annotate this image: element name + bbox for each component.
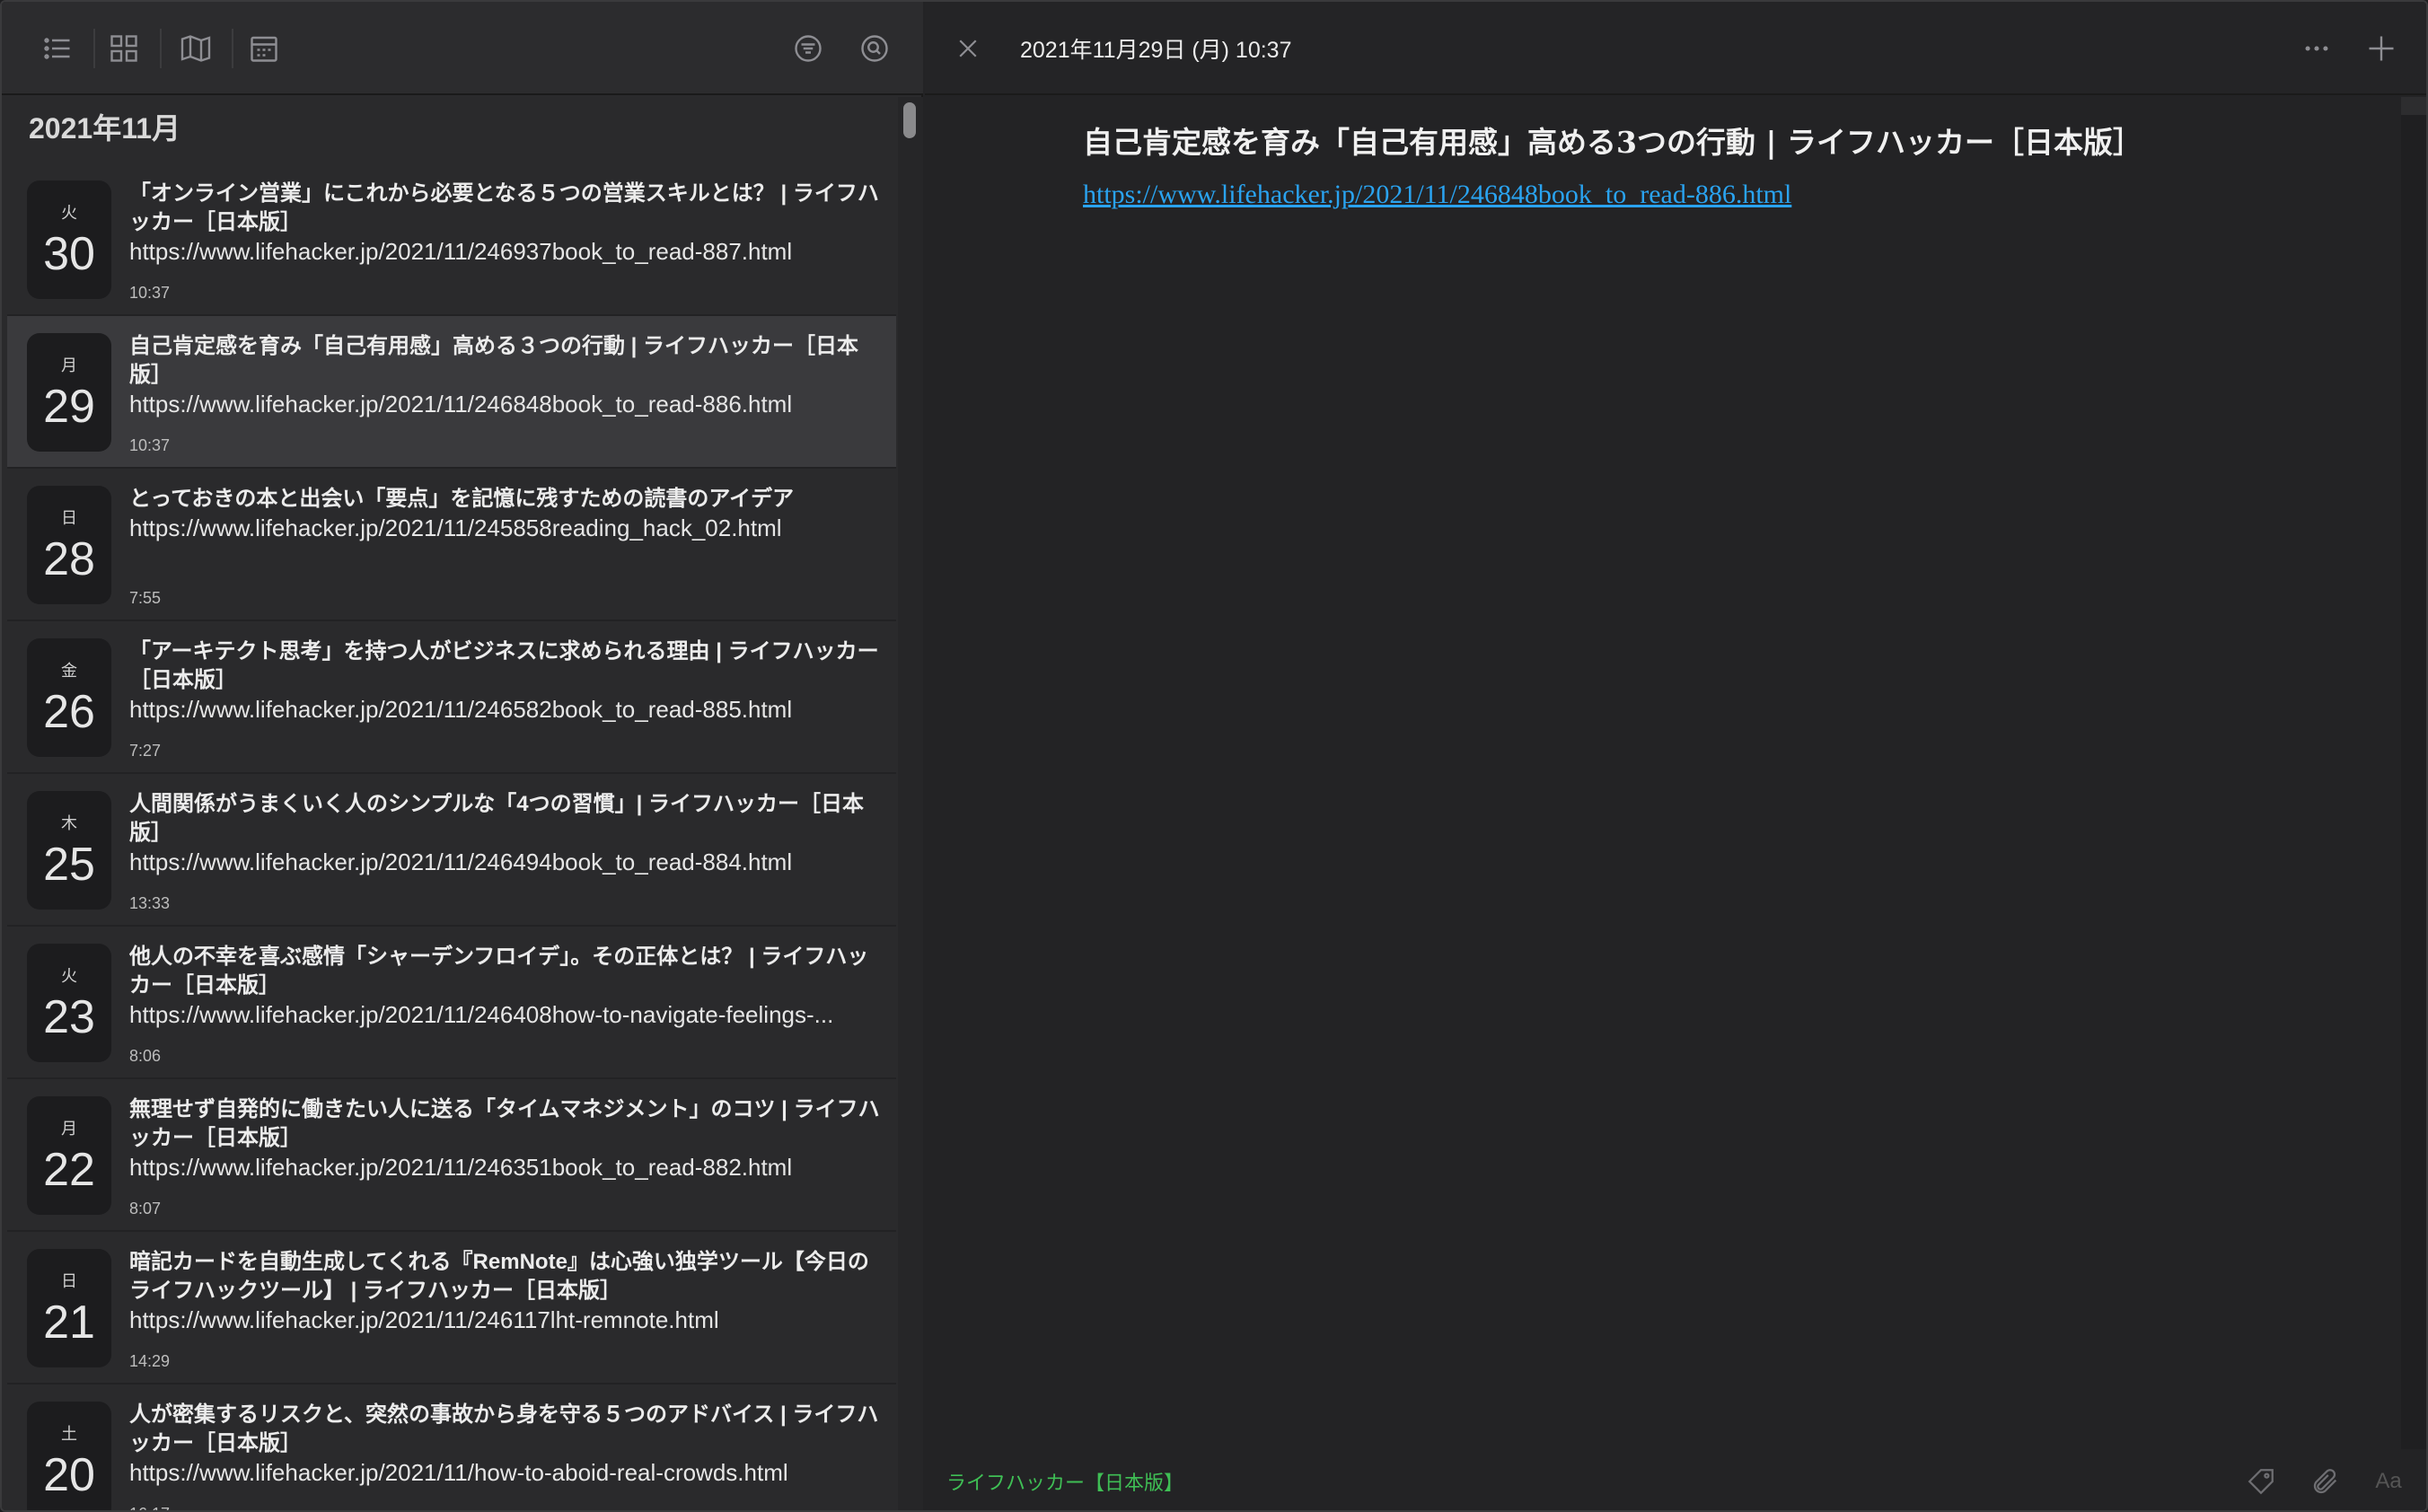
grid-view-icon[interactable] bbox=[104, 29, 144, 68]
tag-icon[interactable] bbox=[2243, 1464, 2279, 1499]
entry-list-pane: 2021年11月 火 30 「オンライン営業」にこれから必要となる５つの営業スキ… bbox=[2, 2, 923, 1510]
weekday-label: 日 bbox=[61, 509, 77, 527]
weekday-label: 月 bbox=[61, 356, 77, 374]
date-badge: 金 26 bbox=[27, 638, 111, 757]
date-badge: 日 21 bbox=[27, 1249, 111, 1367]
entry-url: https://www.lifehacker.jp/2021/11/246494… bbox=[129, 848, 793, 875]
toolbar-divider bbox=[160, 29, 162, 68]
entry-title: 「オンライン営業」にこれから必要となる５つの営業スキルとは？ | ライフハッカー… bbox=[129, 181, 879, 234]
date-badge: 木 25 bbox=[27, 791, 111, 910]
entry-time: 10:37 bbox=[129, 284, 171, 302]
date-badge: 火 30 bbox=[27, 180, 111, 299]
entry-url: https://www.lifehacker.jp/2021/11/246408… bbox=[129, 1001, 834, 1028]
list-item[interactable]: 金 26 「アーキテクト思考」を持つ人がビジネスに求められる理由 | ライフハッ… bbox=[7, 621, 896, 774]
day-number: 20 bbox=[43, 1449, 95, 1501]
list-item[interactable]: 日 28 とっておきの本と出会い「要点」を記憶に残すための読書のアイデア htt… bbox=[7, 469, 896, 621]
calendar-view-icon[interactable] bbox=[244, 29, 284, 68]
entry-time: 10:37 bbox=[129, 436, 171, 454]
day-number: 25 bbox=[43, 839, 95, 891]
entry-url: https://www.lifehacker.jp/2021/11/246117… bbox=[129, 1306, 719, 1333]
date-badge: 月 22 bbox=[27, 1096, 111, 1215]
entry-time: 7:27 bbox=[129, 742, 162, 760]
entry-title: 人間関係がうまくいく人のシンプルな「4つの習慣」| ライフハッカー［日本版］ bbox=[129, 792, 865, 845]
weekday-label: 土 bbox=[61, 1425, 77, 1443]
note-toolbar: 2021年11月29日 (月) 10:37 bbox=[925, 2, 2426, 95]
weekday-label: 木 bbox=[61, 814, 77, 832]
note-link[interactable]: https://www.lifehacker.jp/2021/11/246848… bbox=[1083, 180, 1791, 210]
date-badge: 日 28 bbox=[27, 486, 111, 604]
list-view-icon[interactable] bbox=[38, 29, 77, 68]
list-item[interactable]: 日 21 暗記カードを自動生成してくれる『RemNote』は心強い独学ツール【今… bbox=[7, 1232, 896, 1385]
note-detail-pane: 2021年11月29日 (月) 10:37 自己肯定感を育み「自己有用感」高める… bbox=[925, 2, 2426, 1510]
list-item[interactable]: 木 25 人間関係がうまくいく人のシンプルな「4つの習慣」| ライフハッカー［日… bbox=[7, 774, 896, 927]
close-icon[interactable] bbox=[952, 32, 984, 65]
day-number: 23 bbox=[43, 991, 95, 1043]
weekday-label: 火 bbox=[61, 204, 77, 222]
entry-title: 無理せず自発的に働きたい人に送る「タイムマネジメント」のコツ | ライフハッカー… bbox=[129, 1097, 880, 1150]
weekday-label: 月 bbox=[61, 1120, 77, 1138]
entry-url: https://www.lifehacker.jp/2021/11/245858… bbox=[129, 514, 782, 541]
day-number: 29 bbox=[43, 381, 95, 433]
more-options-icon[interactable] bbox=[2299, 32, 2335, 65]
entry-url: https://www.lifehacker.jp/2021/11/246848… bbox=[129, 391, 793, 418]
toolbar-divider bbox=[232, 29, 233, 68]
toolbar-divider bbox=[93, 29, 95, 68]
list-toolbar bbox=[2, 2, 923, 95]
date-badge: 土 20 bbox=[27, 1402, 111, 1510]
entry-title: 自己肯定感を育み「自己有用感」高める３つの行動 | ライフハッカー［日本版］ bbox=[129, 334, 859, 387]
weekday-label: 日 bbox=[61, 1272, 77, 1290]
entry-url: https://www.lifehacker.jp/2021/11/how-to… bbox=[129, 1459, 788, 1486]
note-datetime[interactable]: 2021年11月29日 (月) 10:37 bbox=[1020, 32, 1291, 65]
entry-title: 人が密集するリスクと、突然の事故から身を守る５つのアドバイス | ライフハッカー… bbox=[129, 1402, 879, 1455]
entry-url: https://www.lifehacker.jp/2021/11/246351… bbox=[129, 1154, 793, 1181]
entry-title: とっておきの本と出会い「要点」を記憶に残すための読書のアイデア bbox=[129, 487, 795, 511]
date-badge: 月 29 bbox=[27, 333, 111, 452]
filter-icon[interactable] bbox=[788, 29, 828, 68]
entry-time: 16:17 bbox=[129, 1505, 170, 1510]
entry-url: https://www.lifehacker.jp/2021/11/246937… bbox=[129, 238, 793, 265]
entry-time: 8:07 bbox=[129, 1200, 162, 1218]
add-entry-icon[interactable] bbox=[2362, 29, 2401, 68]
entry-list[interactable]: 火 30 「オンライン営業」にこれから必要となる５つの営業スキルとは？ | ライ… bbox=[7, 163, 896, 1510]
month-header: 2021年11月 bbox=[29, 112, 181, 145]
date-badge: 火 23 bbox=[27, 944, 111, 1062]
entry-time: 14:29 bbox=[129, 1352, 171, 1370]
entry-time: 13:33 bbox=[129, 894, 171, 912]
app-window: 2021年11月 火 30 「オンライン営業」にこれから必要となる５つの営業スキ… bbox=[0, 0, 2428, 1512]
day-number: 21 bbox=[43, 1297, 95, 1349]
map-view-icon[interactable] bbox=[176, 29, 216, 68]
day-number: 28 bbox=[43, 533, 95, 585]
entry-title: 他人の不幸を喜ぶ感情「シャーデンフロイデ」。その正体とは？ | ライフハッカー［… bbox=[129, 945, 869, 998]
weekday-label: 金 bbox=[61, 662, 77, 680]
day-number: 26 bbox=[43, 686, 95, 738]
note-scrollbar-cap bbox=[2401, 97, 2426, 115]
weekday-label: 火 bbox=[61, 967, 77, 985]
entry-time: 7:55 bbox=[129, 589, 162, 607]
day-number: 22 bbox=[43, 1144, 95, 1196]
entry-title: 「アーキテクト思考」を持つ人がビジネスに求められる理由 | ライフハッカー［日本… bbox=[129, 639, 879, 692]
day-number: 30 bbox=[43, 228, 95, 280]
list-item[interactable]: 火 23 他人の不幸を喜ぶ感情「シャーデンフロイデ」。その正体とは？ | ライフ… bbox=[7, 927, 896, 1079]
entry-url: https://www.lifehacker.jp/2021/11/246582… bbox=[129, 696, 793, 723]
tag-label[interactable]: ライフハッカー【日本版】 bbox=[946, 1467, 1183, 1496]
list-item[interactable]: 月 22 無理せず自発的に働きたい人に送る「タイムマネジメント」のコツ | ライ… bbox=[7, 1079, 896, 1232]
list-scrollbar[interactable] bbox=[898, 97, 923, 1510]
note-title[interactable]: 自己肯定感を育み「自己有用感」高める3つの行動 | ライフハッカー［日本版］ bbox=[1083, 119, 2340, 162]
search-icon[interactable] bbox=[855, 29, 894, 68]
font-settings-button[interactable]: Aa bbox=[2371, 1464, 2406, 1499]
list-item[interactable]: 火 30 「オンライン営業」にこれから必要となる５つの営業スキルとは？ | ライ… bbox=[7, 163, 896, 316]
scroll-thumb[interactable] bbox=[903, 102, 916, 138]
attachment-icon[interactable] bbox=[2308, 1464, 2344, 1499]
note-scrollbar[interactable] bbox=[2401, 97, 2426, 1449]
list-item[interactable]: 土 20 人が密集するリスクと、突然の事故から身を守る５つのアドバイス | ライ… bbox=[7, 1385, 896, 1510]
entry-time: 8:06 bbox=[129, 1047, 162, 1065]
entry-title: 暗記カードを自動生成してくれる『RemNote』は心強い独学ツール【今日のライフ… bbox=[129, 1250, 869, 1303]
list-item-selected[interactable]: 月 29 自己肯定感を育み「自己有用感」高める３つの行動 | ライフハッカー［日… bbox=[7, 316, 896, 469]
